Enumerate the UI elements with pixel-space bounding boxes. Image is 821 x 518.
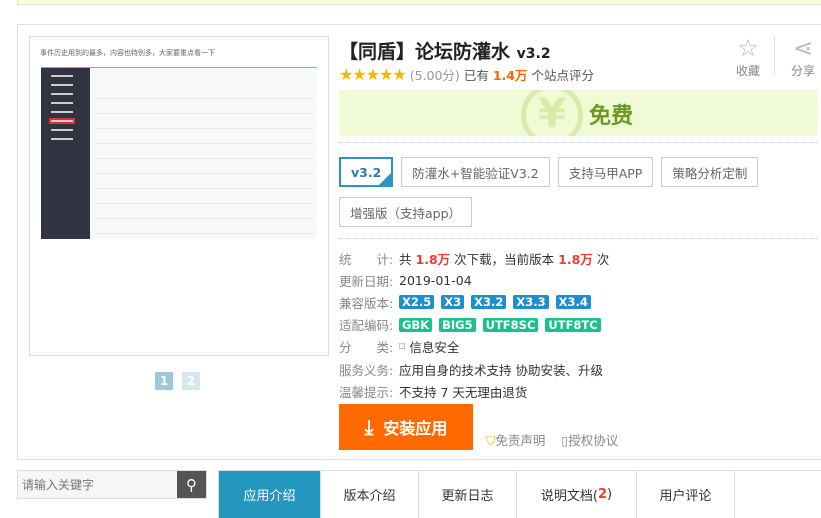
- tip-label: 温馨提示:: [339, 384, 394, 400]
- update-date: 2019-01-04: [399, 272, 472, 288]
- service-text: 应用自身的技术支持 协助安装、升级: [399, 362, 603, 378]
- disclaimer-link[interactable]: ⛉免责声明: [486, 430, 545, 449]
- version-option[interactable]: 策略分析定制: [661, 157, 759, 187]
- tab-docs-close: ): [607, 487, 613, 502]
- share-label: 分享: [790, 64, 815, 78]
- share-button[interactable]: ⋖ 分享: [783, 34, 821, 79]
- tab-docs[interactable]: 说明文档(2): [517, 471, 637, 518]
- stats-text: 次下载，当前版本: [454, 251, 555, 267]
- compat-tag: X3.3: [513, 295, 549, 310]
- yen-icon: ¥: [521, 90, 583, 136]
- price-banner: ¥ 免费: [339, 90, 817, 136]
- favorite-button[interactable]: ☆ 收藏: [728, 34, 768, 79]
- stats-label: 统 计:: [339, 251, 394, 267]
- install-button[interactable]: ⤓ 安装应用: [339, 404, 473, 450]
- compat-tag: X3: [441, 295, 465, 310]
- screenshot-pager: 1 2: [155, 372, 200, 390]
- app-version: v3.2: [516, 46, 551, 62]
- price-label: 免费: [589, 104, 634, 129]
- version-options: v3.2 防灌水+智能验证V3.2 支持马甲APP 策略分析定制 增强版（支持a…: [339, 157, 817, 227]
- star-rating-icon: ★★★★★: [339, 65, 407, 84]
- encoding-tag: UTF8TC: [545, 317, 601, 332]
- rating: ★★★★★ (5.00分) 已有 1.4万 个站点评分: [339, 65, 594, 84]
- app-info: 统 计: 共 1.8万 次下载，当前版本 1.8万 次 更新日期: 2019-01-…: [339, 247, 609, 402]
- license-link[interactable]: ▯授权协议: [561, 430, 618, 449]
- search-box: ⚲: [17, 470, 207, 499]
- version-option[interactable]: 防灌水+智能验证V3.2: [401, 157, 550, 187]
- compat-tag: X2.5: [399, 295, 435, 310]
- search-icon: ⚲: [186, 475, 197, 494]
- score: (5.00分): [409, 68, 460, 83]
- category-link[interactable]: 信息安全: [409, 337, 459, 356]
- screenshot-caption: 事件历史用到的最多，内容也特别多，大家要重点看一下: [40, 49, 215, 57]
- version-option[interactable]: v3.2: [339, 157, 394, 187]
- disclaimer-label: 免责声明: [495, 433, 546, 448]
- tab-version-intro[interactable]: 版本介绍: [321, 471, 419, 518]
- page-1-button[interactable]: 1: [155, 372, 173, 390]
- divider: [339, 142, 817, 143]
- notice-bar: [17, 0, 821, 5]
- tab-user-reviews[interactable]: 用户评论: [637, 471, 735, 518]
- tab-docs-label: 说明文档(: [540, 489, 598, 504]
- license-label: 授权协议: [568, 433, 619, 448]
- docs-count: 2: [597, 487, 608, 502]
- encoding-label: 适配编码:: [339, 318, 394, 334]
- encoding-tag: GBK: [399, 317, 433, 332]
- service-label: 服务义务:: [339, 362, 394, 378]
- search-button[interactable]: ⚲: [177, 471, 206, 498]
- stats-text: 共: [399, 251, 412, 267]
- download-count: 1.8万: [415, 251, 451, 267]
- tip-text: 不支持 7 天无理由退货: [399, 384, 528, 400]
- date-label: 更新日期:: [339, 273, 394, 289]
- favorite-label: 收藏: [735, 64, 760, 78]
- encoding-tag: UTF8SC: [482, 317, 539, 332]
- divider: [339, 238, 817, 239]
- download-icon: ⤓: [364, 415, 374, 439]
- category-label: 分 类:: [339, 340, 394, 356]
- install-label: 安装应用: [383, 419, 448, 438]
- rated-count: 1.4万: [492, 68, 528, 83]
- tag-icon: ⌑: [399, 339, 406, 355]
- shield-icon: ⛉: [486, 433, 496, 448]
- app-screenshot[interactable]: 事件历史用到的最多，内容也特别多，大家要重点看一下: [29, 36, 329, 356]
- detail-tabs: 应用介绍 版本介绍 更新日志 说明文档(2) 用户评论: [218, 470, 821, 518]
- rated-prefix: 已有: [463, 68, 489, 83]
- compat-tag: X3.2: [471, 295, 507, 310]
- search-input[interactable]: [18, 471, 177, 498]
- tab-changelog[interactable]: 更新日志: [419, 471, 517, 518]
- app-title: 【同盾】论坛防灌水 v3.2: [339, 41, 551, 63]
- share-icon: ⋖: [792, 34, 814, 62]
- stats-text: 次: [596, 251, 610, 267]
- divider: [774, 35, 775, 75]
- screenshot-image: [41, 67, 317, 239]
- version-option[interactable]: 支持马甲APP: [557, 157, 654, 187]
- star-icon: ☆: [737, 34, 759, 62]
- tab-app-intro[interactable]: 应用介绍: [219, 471, 321, 518]
- compat-label: 兼容版本:: [339, 295, 394, 311]
- rated-suffix: 个站点评分: [531, 68, 594, 83]
- app-detail-panel: 事件历史用到的最多，内容也特别多，大家要重点看一下 1 2 【同盾】论坛防灌水 …: [17, 24, 821, 460]
- encoding-tag: BIG5: [439, 317, 476, 332]
- compat-tag: X3.4: [555, 295, 591, 310]
- current-count: 1.8万: [558, 251, 593, 267]
- version-option[interactable]: 增强版（支持app）: [339, 197, 473, 227]
- page-2-button[interactable]: 2: [182, 372, 200, 390]
